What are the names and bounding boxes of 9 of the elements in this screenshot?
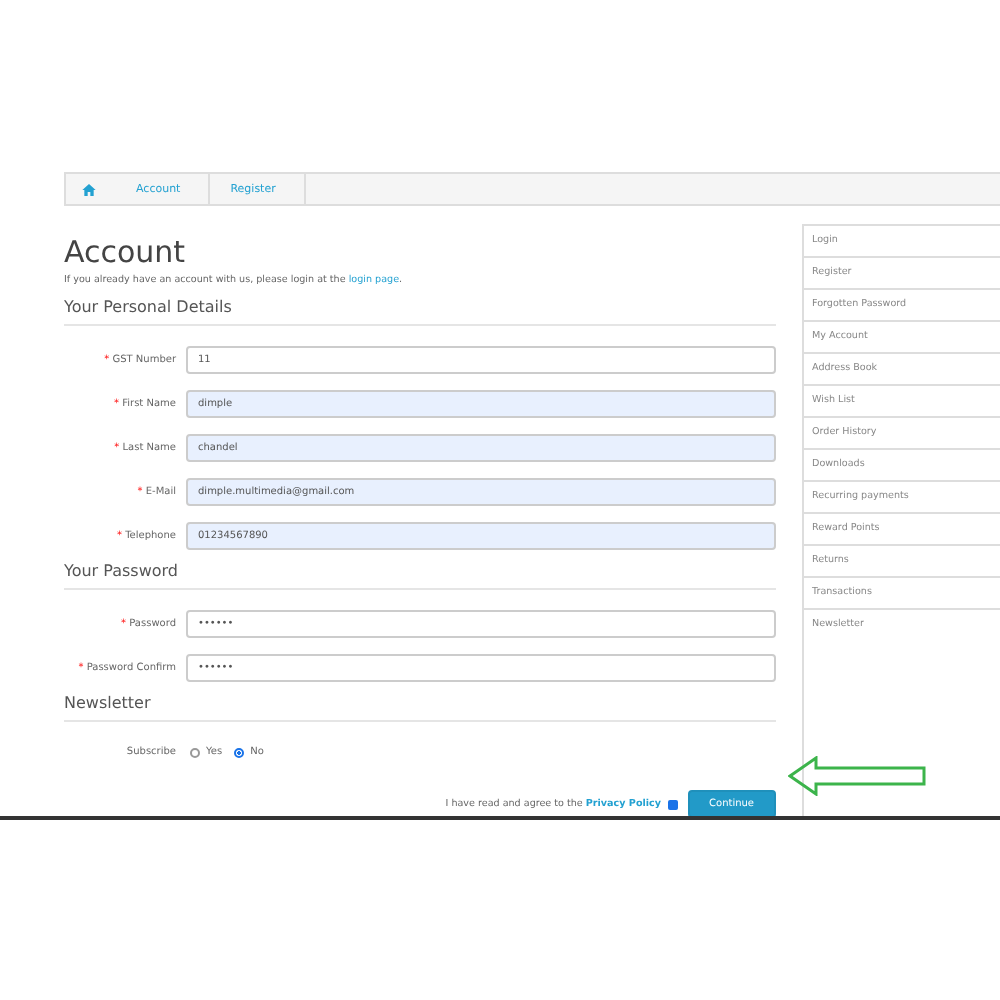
section-heading: Your Password [64,562,776,590]
agree-checkbox[interactable] [667,799,678,809]
home-icon[interactable] [82,183,96,195]
radio-button[interactable] [190,747,200,757]
section-heading: Your Personal Details [64,298,776,326]
page-title: Account [64,234,188,270]
section-heading: Newsletter [64,694,776,722]
radio-button[interactable] [234,747,245,757]
arrow-drawing [788,756,928,796]
